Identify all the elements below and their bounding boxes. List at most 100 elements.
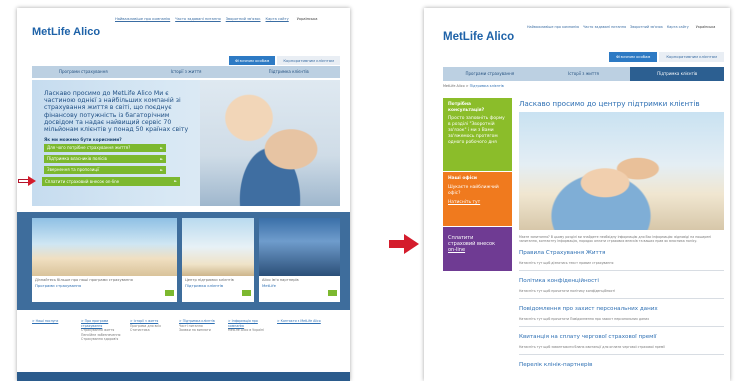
footer-column: > Наші послуги <box>32 319 76 324</box>
footer-link[interactable]: Статистика <box>130 328 174 333</box>
page-title: Ласкаво просимо до центру підтримки кліє… <box>519 99 700 108</box>
family-photo <box>200 80 340 206</box>
hero-welcome-text: Ласкаво просимо до MetLife Alico Ми є ча… <box>44 90 189 134</box>
offices-box[interactable]: Наші офіси Шукаєте найближчий офіс? Нати… <box>443 172 512 226</box>
breadcrumb: MetLife Alico > Підтримка клієнтів <box>443 84 504 88</box>
nav-life-stories[interactable]: Історії з життя <box>135 66 238 78</box>
top-links: Найважливіше про компанію Часто задавані… <box>527 25 722 29</box>
arrow-right-icon[interactable] <box>328 290 337 296</box>
divider <box>519 326 724 328</box>
promo-link[interactable]: Підтримка клієнтів <box>182 283 254 288</box>
hero-question: Як ми можемо бути корисними? <box>44 137 122 142</box>
main-nav: Програми страхування Історії з життя Під… <box>443 67 725 81</box>
footer-column: > Про програми страхування Страхування ж… <box>81 319 125 342</box>
consultation-box[interactable]: Потрібна консультація? Просто заповніть … <box>443 98 512 171</box>
footer-column: > Інформація про компанію MetLife Alico … <box>228 319 272 333</box>
top-link[interactable]: Найважливіше про компанію <box>115 17 170 23</box>
top-link[interactable]: Зворотний зв'язок <box>226 17 261 23</box>
top-link[interactable]: Часто задавані питання <box>583 25 626 29</box>
footer-column: > Контакти з MetLife Alico <box>277 319 321 324</box>
divider <box>519 270 724 272</box>
hero-buttons: Для чого потрібне страхування життя? Під… <box>42 144 180 186</box>
main-nav: Програми страхування Історії з життя Під… <box>32 66 340 78</box>
tab-corporate[interactable]: Корпоративним клієнтам <box>277 56 340 65</box>
hero-banner: Ласкаво просимо до MetLife Alico Ми є ча… <box>32 80 340 206</box>
left-page-screenshot: Найважливіше про компанію Часто задавані… <box>17 8 350 381</box>
language-selector[interactable]: Українська <box>297 17 318 23</box>
section-title[interactable]: Перелік клінік-партнерів <box>519 362 724 368</box>
breadcrumb-current[interactable]: Підтримка клієнтів <box>470 84 504 88</box>
footer-column: > Підтримка клієнтів Часті питання Заявк… <box>179 319 223 333</box>
promo-card-support[interactable]: Центр підтримки клієнтів Підтримка клієн… <box>182 218 254 302</box>
promo-card-programs[interactable]: Дізнайтесь більше про наші програми стра… <box>32 218 177 302</box>
nav-insurance-programs[interactable]: Програми страхування <box>32 66 135 78</box>
footer-bar <box>17 372 350 381</box>
footer-column: > Історії з життя Програма для всіх Стат… <box>130 319 174 333</box>
why-life-insurance-button[interactable]: Для чого потрібне страхування життя? <box>44 144 166 152</box>
audience-tabs: Фізичним особам Корпоративним клієнтам <box>229 56 340 65</box>
section-title[interactable]: Політика конфіденційності <box>519 278 724 284</box>
offices-text: Шукаєте найближчий офіс? <box>448 184 499 196</box>
transition-arrow-icon <box>389 234 419 254</box>
arrow-right-icon[interactable] <box>165 290 174 296</box>
main-content: Ласкаво просимо до центру підтримки кліє… <box>519 99 724 368</box>
footer-link[interactable]: Страхування здоров'я <box>81 337 125 342</box>
divider <box>519 354 724 356</box>
pay-premium-online-button[interactable]: Сплатити страховий внесок on-line <box>42 177 180 186</box>
top-link[interactable]: Зворотний зв'язок <box>630 25 663 29</box>
section-link[interactable]: Натисніть тут щоб завантажити бланк квит… <box>519 345 724 349</box>
section-link[interactable]: Натисніть тут щоб дізнатись текст правил… <box>519 261 724 265</box>
consultation-text: Просто заповніть форму в розділі "Зворот… <box>448 116 505 145</box>
promo-link[interactable]: Програми страхування <box>32 283 177 288</box>
offices-title: Наші офіси <box>448 176 477 181</box>
pay-online-link[interactable]: on-line <box>448 247 507 253</box>
divider <box>519 298 724 300</box>
footer-link[interactable]: > Інформація про компанію <box>228 319 272 328</box>
kids-beach-photo <box>519 112 724 230</box>
metlife-logo[interactable]: MetLife Alico <box>443 31 514 43</box>
promo-card-metlife[interactable]: Alico ім'я партнерів MetLife <box>259 218 340 302</box>
footer-links: > Наші послуги > Про програми страхуванн… <box>17 311 350 381</box>
section-title[interactable]: Квитанція на сплату чергової страхової п… <box>519 334 724 340</box>
tab-corporate[interactable]: Корпоративним клієнтам <box>659 52 724 62</box>
top-link[interactable]: Часто задавані питання <box>175 17 221 23</box>
intro-text: Маєте запитання? В цьому розділі ви знай… <box>519 235 712 244</box>
promo-section: Дізнайтесь більше про наші програми стра… <box>17 212 350 310</box>
top-link[interactable]: Найважливіше про компанію <box>527 25 579 29</box>
offices-link[interactable]: Натисніть тут <box>448 200 507 206</box>
right-page-screenshot: Найважливіше про компанію Часто задавані… <box>424 8 730 381</box>
footer-link[interactable]: > Про програми страхування <box>81 319 125 328</box>
beach-family-photo <box>32 218 177 276</box>
footer-link[interactable]: MetLife Alico в Україні <box>228 328 272 333</box>
metlife-logo[interactable]: MetLife Alico <box>32 26 100 38</box>
footer-link[interactable]: > Контакти з MetLife Alico <box>277 319 321 324</box>
nav-customer-support[interactable]: Підтримка клієнтів <box>237 66 340 78</box>
top-link[interactable]: Карта сайту <box>667 25 689 29</box>
promo-link[interactable]: MetLife <box>259 283 340 288</box>
arrow-right-icon[interactable] <box>242 290 251 296</box>
nav-customer-support[interactable]: Підтримка клієнтів <box>630 67 725 81</box>
nav-life-stories[interactable]: Історії з життя <box>537 67 631 81</box>
section-title[interactable]: Повідомлення про захист персональних дан… <box>519 306 724 312</box>
section-title[interactable]: Правила Страхування Життя <box>519 250 724 256</box>
top-link[interactable]: Карта сайту <box>266 17 289 23</box>
requests-button[interactable]: Звернення та пропозиції <box>44 166 166 174</box>
nav-insurance-programs[interactable]: Програми страхування <box>443 67 537 81</box>
breadcrumb-home[interactable]: MetLife Alico <box>443 84 465 88</box>
skyscraper-photo <box>259 218 340 276</box>
pointer-arrow-icon <box>18 176 36 186</box>
pay-online-box[interactable]: Сплатити страховий внесок on-line <box>443 227 512 271</box>
top-links: Найважливіше про компанію Часто задавані… <box>115 17 340 23</box>
section-link[interactable]: Натисніть тут щоб прочитати Повідомлення… <box>519 317 724 321</box>
policyholder-support-button[interactable]: Підтримка власників полісів <box>44 155 166 163</box>
footer-link[interactable]: > Наші послуги <box>32 319 76 324</box>
tab-individuals[interactable]: Фізичним особам <box>609 52 658 62</box>
language-selector[interactable]: Українська <box>696 25 716 29</box>
kids-photo <box>182 218 254 276</box>
footer-link[interactable]: Заявки на виплати <box>179 328 223 333</box>
audience-tabs: Фізичним особам Корпоративним клієнтам <box>609 52 724 62</box>
section-link[interactable]: Натисніть тут щоб прочитати політику кон… <box>519 289 724 293</box>
consultation-title: Потрібна консультація? <box>448 102 485 113</box>
tab-individuals[interactable]: Фізичним особам <box>229 56 276 65</box>
breadcrumb-separator: > <box>465 84 469 88</box>
